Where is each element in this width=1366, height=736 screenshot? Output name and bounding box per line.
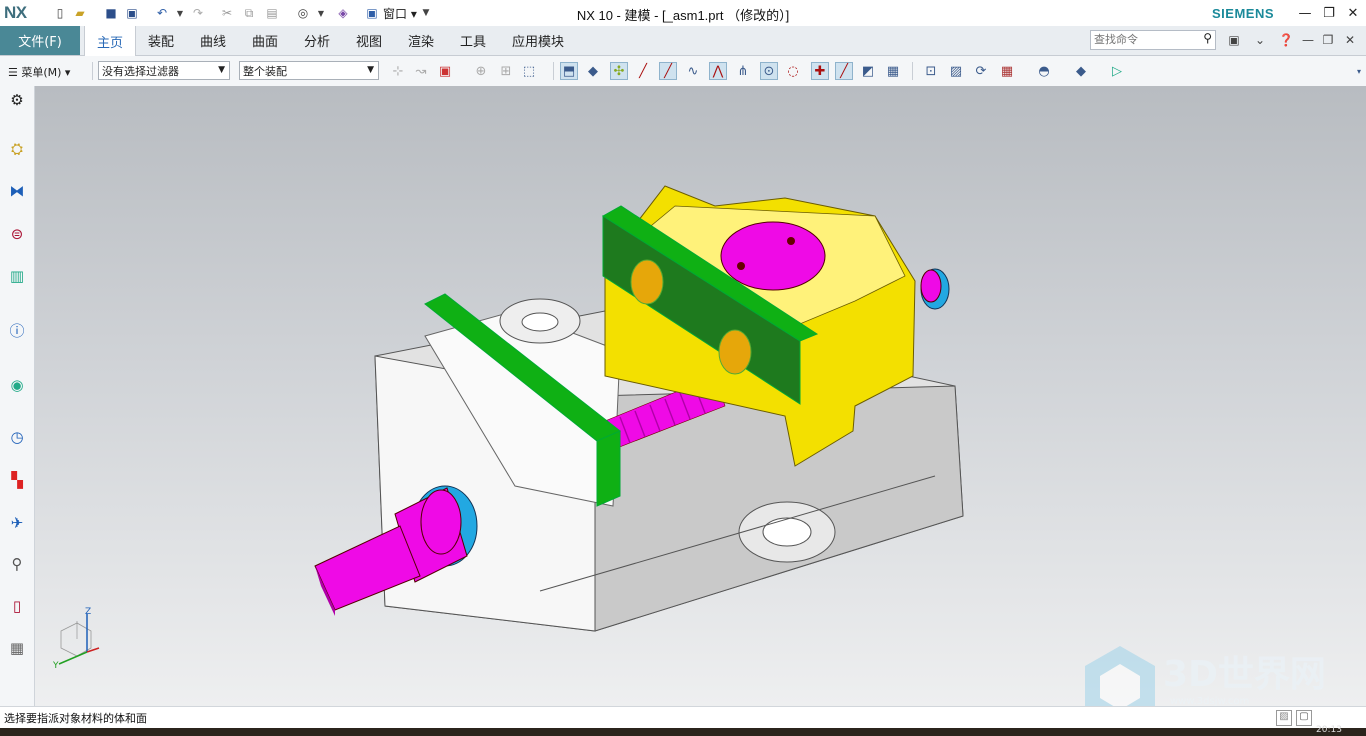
watermark-url: www.3dsjw.com (1170, 696, 1249, 706)
title-bar: NX ▯ ▰ ■ ▣ ↶ ▼ ↷ ✂ ⧉ ▤ ◎ ▼ ◈ ▣ 窗口 ▾ ▼ NX… (0, 0, 1366, 27)
full-screen-icon[interactable]: ▢ (1296, 710, 1312, 726)
restore-button[interactable]: ❐ (1318, 3, 1340, 23)
zoom-icon[interactable]: ▨ (947, 62, 965, 80)
watermark-text: 3D世界网 (1163, 654, 1326, 695)
select-body-icon[interactable]: ▣ (436, 62, 454, 80)
settings-gear-icon[interactable]: ⚙ (6, 89, 28, 111)
doc-restore-icon[interactable]: ❐ (1320, 32, 1336, 48)
tab-surface[interactable]: 曲面 (242, 26, 288, 55)
graphics-window[interactable]: Z Y 3D世界网 www.3dsjw.com (35, 86, 1366, 706)
window-title: NX 10 - 建模 - [_asm1.prt （修改的）] (576, 8, 790, 23)
solid-cube-icon[interactable]: ◆ (584, 62, 602, 80)
doc-close-icon[interactable]: ✕ (1342, 32, 1358, 48)
reuse-library-icon[interactable]: ▥ (6, 265, 28, 287)
tab-curve[interactable]: 曲线 (190, 26, 236, 55)
point-on-curve-icon[interactable]: ╱ (835, 62, 853, 80)
assembly-navigator-icon[interactable]: ⛭ (6, 138, 28, 160)
tab-analysis[interactable]: 分析 (294, 26, 340, 55)
triad-y-label: Y (52, 661, 59, 671)
render-style-icon[interactable]: ◓ (1035, 62, 1053, 80)
constraint-navigator-icon[interactable]: ⧓ (6, 180, 28, 202)
vise-model[interactable] (314, 185, 964, 632)
curve-point-icon[interactable]: ∿ (684, 62, 702, 80)
fit-view-icon[interactable]: ⊡ (922, 62, 940, 80)
tab-tools[interactable]: 工具 (450, 26, 496, 55)
toolbar-overflow-icon[interactable]: ▾ (1350, 62, 1366, 80)
top-border-bar: ☰ 菜单(M) ▾ 没有选择过滤器 ▼ 整个装配 ▼ ⊹ ↝ ▣ ⊕ ⊞ ⬚ ⬒ ◆… (0, 56, 1366, 87)
taskbar-strip: 20:13 (0, 725, 1366, 736)
bounded-grid-icon[interactable]: ▦ (884, 62, 902, 80)
midpoint-icon[interactable]: ╱ (659, 62, 677, 80)
triad-z-label: Z (85, 607, 91, 617)
tab-render[interactable]: 渲染 (398, 26, 444, 55)
selection-scope-select[interactable]: 整个装配 ▼ (239, 61, 379, 80)
tab-assembly[interactable]: 装配 (138, 26, 184, 55)
status-bar: 选择要指派对象材料的体和面 ▨ ▢ (0, 706, 1366, 729)
file-menu-tab[interactable]: 文件(F) (0, 26, 80, 55)
menu-button[interactable]: ☰ 菜单(M) ▾ (8, 64, 70, 80)
edge-display-icon[interactable]: ◆ (1072, 62, 1090, 80)
work-layer-icon[interactable]: ▷ (1108, 62, 1126, 80)
status-prompt: 选择要指派对象材料的体和面 (4, 712, 147, 725)
part-navigator-icon[interactable]: ⊜ (6, 223, 28, 245)
orient-view-icon[interactable]: ▦ (998, 62, 1016, 80)
tab-view[interactable]: 视图 (346, 26, 392, 55)
rotate-view-icon[interactable]: ⟳ (972, 62, 990, 80)
tab-home[interactable]: 主页 (84, 26, 136, 56)
select-component-icon[interactable]: ⊞ (497, 62, 515, 80)
palettes-icon[interactable]: ▦ (6, 637, 28, 659)
command-finder[interactable]: ⚲ (1090, 30, 1216, 50)
watermark-logo: 3D世界网 www.3dsjw.com (1085, 646, 1326, 706)
snap-point-icon[interactable]: ✣ (610, 62, 628, 80)
taskbar-clock: 20:13 (1316, 725, 1342, 735)
select-feature-icon[interactable]: ↝ (412, 62, 430, 80)
ribbon-options-icon[interactable]: ▣ (1226, 32, 1242, 48)
roles-icon[interactable]: ⚲ (6, 553, 28, 575)
intersection-point-icon[interactable]: ⋔ (734, 62, 752, 80)
close-button[interactable]: ✕ (1342, 3, 1364, 23)
select-face-icon[interactable]: ⊕ (472, 62, 490, 80)
siemens-brand: SIEMENS (1212, 6, 1275, 21)
search-icon[interactable]: ⚲ (1203, 31, 1212, 45)
manufacturing-wizards-icon[interactable]: ✈ (6, 512, 28, 534)
minimize-button[interactable]: — (1294, 3, 1316, 23)
process-studio-icon[interactable]: ▚ (6, 469, 28, 491)
arc-center-icon[interactable]: ⊙ (760, 62, 778, 80)
doc-minimize-icon[interactable]: — (1300, 32, 1316, 48)
point-on-face-icon[interactable]: ◩ (859, 62, 877, 80)
general-selection-icon[interactable]: ⊹ (389, 62, 407, 80)
ribbon-bar: 文件(F) 主页 装配 曲线 曲面 分析 视图 渲染 工具 应用模块 ⚲ ▣ ⌄… (0, 26, 1366, 56)
resource-bar: ⚙ ⛭ ⧓ ⊜ ▥ ⓘ ◉ ◷ ▚ ✈ ⚲ ▯ ▦ (0, 86, 35, 706)
selection-info-icon[interactable]: ▨ (1276, 710, 1292, 726)
minimize-ribbon-icon[interactable]: ⌄ (1252, 32, 1268, 48)
command-search-input[interactable] (1091, 31, 1194, 47)
web-browser-icon[interactable]: ◉ (6, 374, 28, 396)
tab-applications[interactable]: 应用模块 (502, 26, 574, 55)
snap-box-icon[interactable]: ⬒ (560, 62, 578, 80)
history-icon[interactable]: ◷ (6, 426, 28, 448)
system-scenes-icon[interactable]: ▯ (6, 595, 28, 617)
view-triad[interactable]: Z Y (52, 607, 100, 671)
selection-filter-select[interactable]: 没有选择过滤器 ▼ (98, 61, 230, 80)
existing-point-icon[interactable]: ✚ (811, 62, 829, 80)
rectangle-select-icon[interactable]: ⬚ (520, 62, 538, 80)
control-point-icon[interactable]: ⋀ (709, 62, 727, 80)
hd3d-tools-icon[interactable]: ⓘ (6, 319, 28, 341)
line-endpoint-icon[interactable]: ╱ (634, 62, 652, 80)
help-icon[interactable]: ❓ (1278, 32, 1294, 48)
quadrant-point-icon[interactable]: ◌ (784, 62, 802, 80)
